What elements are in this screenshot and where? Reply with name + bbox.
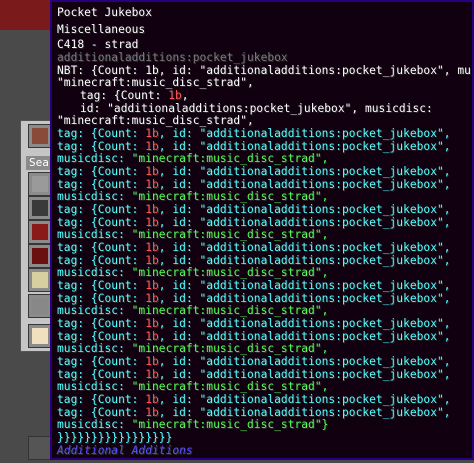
paper-item-icon [32, 328, 48, 344]
jukebox-block-icon [32, 128, 48, 144]
item-title: Pocket Jukebox [57, 6, 152, 19]
nbt-line: "minecraft:music_disc_strad", [57, 76, 254, 89]
nbt-musicdisc-line: musicdisc: "minecraft:music_disc_strad", [57, 152, 329, 165]
red-block-icon [32, 224, 48, 240]
sand-block-icon [32, 272, 48, 288]
nbt-tag-line: tag: {Count: 1b, id: "additionaladdition… [57, 127, 451, 140]
nbt-tag-line: tag: {Count: 1b, id: "additionaladdition… [57, 393, 451, 406]
netherrack-block-icon [32, 248, 48, 264]
nbt-musicdisc-line: musicdisc: "minecraft:music_disc_strad", [57, 342, 329, 355]
nbt-musicdisc-line: musicdisc: "minecraft:music_disc_strad", [57, 190, 329, 203]
nbt-musicdisc-line: musicdisc: "minecraft:music_disc_strad", [57, 266, 329, 279]
item-tooltip: Pocket Jukebox Miscellaneous C418 - stra… [50, 0, 474, 460]
deepslate-block-icon [32, 200, 48, 216]
nbt-tag-line: tag: {Count: 1b, [80, 89, 189, 102]
nbt-tag-line: tag: {Count: 1b, id: "additionaladdition… [57, 279, 451, 292]
stone-block-icon [32, 176, 48, 192]
nbt-tag-line: tag: {Count: 1b, id: "additionaladdition… [57, 355, 451, 368]
nbt-musicdisc-line: musicdisc: "minecraft:music_disc_strad", [57, 380, 329, 393]
item-category: Miscellaneous [57, 23, 146, 36]
mod-name: Additional Additions [57, 444, 193, 457]
nbt-musicdisc-line: musicdisc: "minecraft:music_disc_strad", [57, 228, 329, 241]
nbt-musicdisc-line: musicdisc: "minecraft:music_disc_strad"} [57, 418, 329, 431]
nbt-tag-line: tag: {Count: 1b, id: "additionaladdition… [57, 203, 451, 216]
nbt-tag-line: tag: {Count: 1b, id: "additionaladdition… [57, 241, 451, 254]
nbt-musicdisc-line: "minecraft:music_disc_strad", [57, 114, 254, 127]
nbt-musicdisc-line: musicdisc: "minecraft:music_disc_strad", [57, 304, 329, 317]
nbt-tag-line: tag: {Count: 1b, id: "additionaladdition… [57, 165, 451, 178]
nbt-closing-braces: }}}}}}}}}}}}}}}}} [57, 431, 173, 444]
nbt-tag-line: tag: {Count: 1b, id: "additionaladdition… [57, 317, 451, 330]
item-id: additionaladditions:pocket_jukebox [57, 51, 288, 64]
gray-block-icon [32, 298, 48, 314]
item-subtitle: C418 - strad [57, 38, 139, 51]
